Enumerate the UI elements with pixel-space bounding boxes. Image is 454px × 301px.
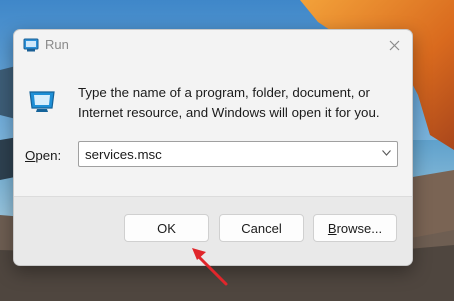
open-label-rest: pen: [35,148,62,163]
close-icon [389,40,399,50]
close-button[interactable] [382,33,406,57]
open-input[interactable] [85,145,365,163]
browse-label-rest: rowse... [336,220,383,236]
open-label-accelerator: O [25,148,36,163]
open-label: Open: [25,148,61,163]
ok-button[interactable]: OK [124,214,209,242]
annotation-arrow [192,248,228,286]
browse-button[interactable]: Browse... [313,214,397,242]
window-title: Run [45,37,69,52]
run-icon [23,38,39,52]
title-bar[interactable]: Run [14,30,412,60]
cancel-button[interactable]: Cancel [219,214,304,242]
open-combobox[interactable] [78,141,398,167]
run-dialog: Run Type the name of a program, folder, … [13,29,413,266]
run-large-icon [29,91,55,112]
chevron-down-icon[interactable] [382,150,391,156]
dialog-description: Type the name of a program, folder, docu… [78,85,380,120]
browse-accelerator: B [327,220,337,236]
